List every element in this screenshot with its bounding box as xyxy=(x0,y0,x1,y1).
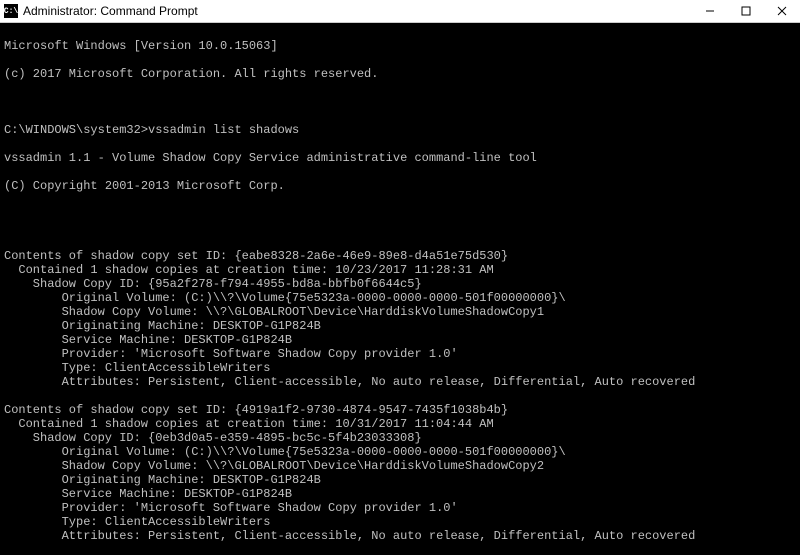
copy-id-line: Shadow Copy ID: {0eb3d0a5-e359-4895-bc5c… xyxy=(4,431,796,445)
original-volume-line: Original Volume: (C:)\\?\Volume{75e5323a… xyxy=(4,291,796,305)
blank-line xyxy=(4,543,796,555)
terminal-output[interactable]: Microsoft Windows [Version 10.0.15063] (… xyxy=(0,23,800,555)
copyright-line: (c) 2017 Microsoft Corporation. All righ… xyxy=(4,67,796,81)
type-line: Type: ClientAccessibleWriters xyxy=(4,361,796,375)
provider-line: Provider: 'Microsoft Software Shadow Cop… xyxy=(4,347,796,361)
cmd-icon: C:\ xyxy=(4,4,18,18)
service-machine-line: Service Machine: DESKTOP-G1P824B xyxy=(4,487,796,501)
maximize-button[interactable] xyxy=(728,0,764,22)
set-id-line: Contents of shadow copy set ID: {eabe832… xyxy=(4,249,796,263)
original-volume-line: Original Volume: (C:)\\?\Volume{75e5323a… xyxy=(4,445,796,459)
copy-id-line: Shadow Copy ID: {95a2f278-f794-4955-bd8a… xyxy=(4,277,796,291)
shadow-volume-line: Shadow Copy Volume: \\?\GLOBALROOT\Devic… xyxy=(4,305,796,319)
shadow-copy-set: Contents of shadow copy set ID: {eabe832… xyxy=(4,249,796,403)
window-title: Administrator: Command Prompt xyxy=(23,4,692,18)
provider-line: Provider: 'Microsoft Software Shadow Cop… xyxy=(4,501,796,515)
blank-line xyxy=(4,207,796,221)
set-id-line: Contents of shadow copy set ID: {4919a1f… xyxy=(4,403,796,417)
service-machine-line: Service Machine: DESKTOP-G1P824B xyxy=(4,333,796,347)
caption-buttons xyxy=(692,0,800,22)
tool-header-2: (C) Copyright 2001-2013 Microsoft Corp. xyxy=(4,179,796,193)
originating-machine-line: Originating Machine: DESKTOP-G1P824B xyxy=(4,473,796,487)
blank-line xyxy=(4,389,796,403)
blank-line xyxy=(4,95,796,109)
type-line: Type: ClientAccessibleWriters xyxy=(4,515,796,529)
tool-header-1: vssadmin 1.1 - Volume Shadow Copy Servic… xyxy=(4,151,796,165)
creation-time-line: Contained 1 shadow copies at creation ti… xyxy=(4,263,796,277)
close-button[interactable] xyxy=(764,0,800,22)
originating-machine-line: Originating Machine: DESKTOP-G1P824B xyxy=(4,319,796,333)
attributes-line: Attributes: Persistent, Client-accessibl… xyxy=(4,529,796,543)
shadow-copy-set: Contents of shadow copy set ID: {4919a1f… xyxy=(4,403,796,555)
titlebar: C:\ Administrator: Command Prompt xyxy=(0,0,800,23)
attributes-line: Attributes: Persistent, Client-accessibl… xyxy=(4,375,796,389)
prompt-line: C:\WINDOWS\system32>vssadmin list shadow… xyxy=(4,123,796,137)
version-line: Microsoft Windows [Version 10.0.15063] xyxy=(4,39,796,53)
minimize-button[interactable] xyxy=(692,0,728,22)
shadow-volume-line: Shadow Copy Volume: \\?\GLOBALROOT\Devic… xyxy=(4,459,796,473)
creation-time-line: Contained 1 shadow copies at creation ti… xyxy=(4,417,796,431)
